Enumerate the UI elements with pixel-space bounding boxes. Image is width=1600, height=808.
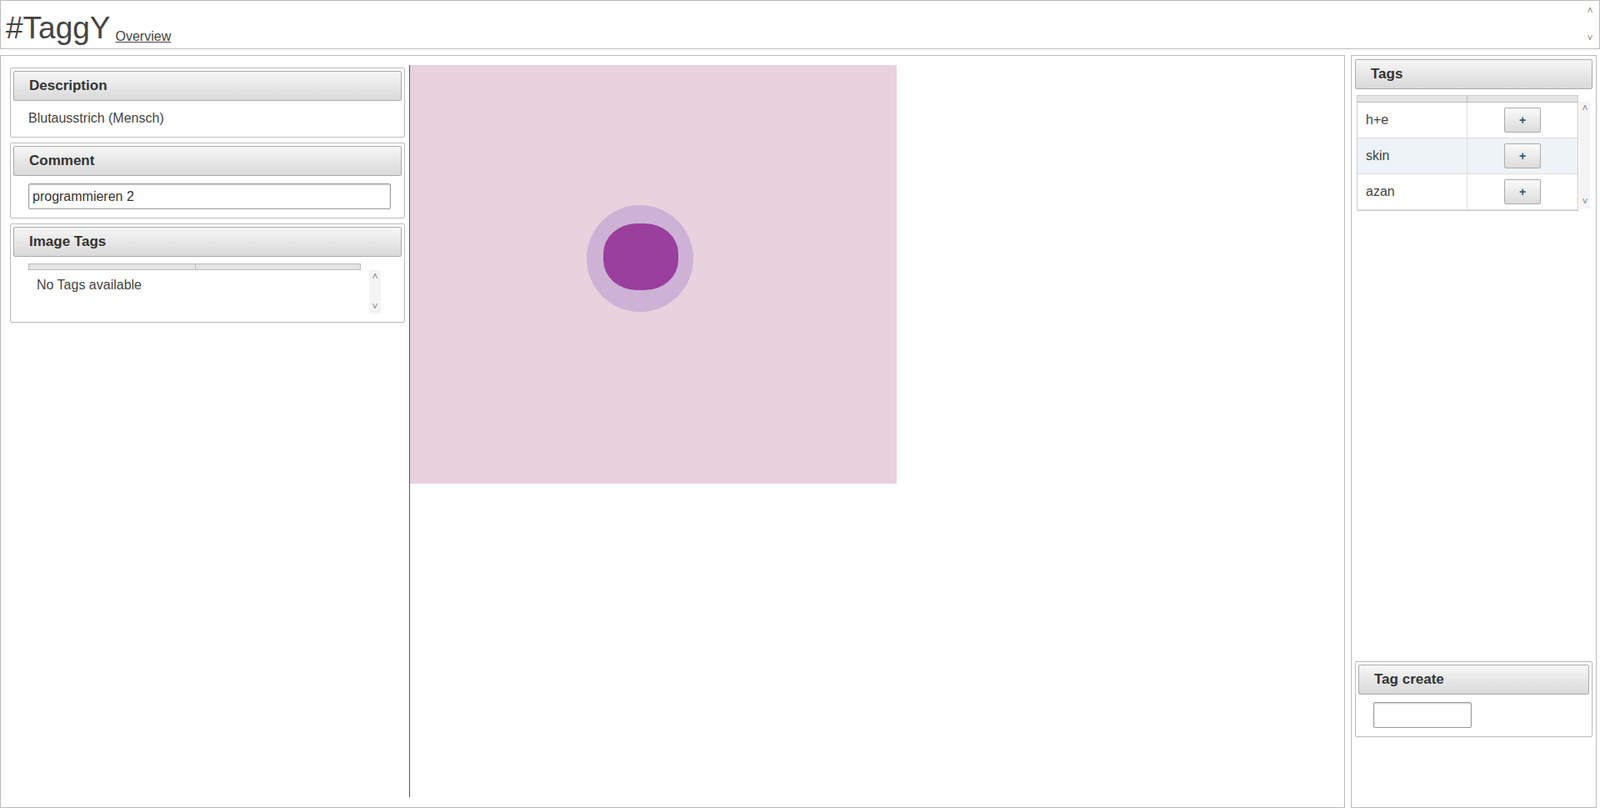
image-tags-box: Image TagsNo Tags available˄˅ [10,223,405,323]
table-header [28,263,361,270]
scroll-down-icon[interactable]: ˅ [1586,33,1593,44]
tags-table: h+e + skin + azan + [1356,95,1579,211]
tag-create-header-title: Tag create [1374,668,1445,690]
tags-header: Tags [1355,59,1593,90]
main: Description Blutausstrich (Mensch) Comment… [0,49,1600,808]
tag-name: skin [1357,138,1468,174]
blood-smear-image [410,65,897,484]
description-text: Blutausstrich (Mensch) [13,100,402,129]
image-area [409,65,1345,797]
logo[interactable]: #TaggY [5,12,111,44]
empty-text: No Tags available [28,270,361,295]
tag-row[interactable]: h+e + [1357,102,1578,139]
header: #TaggYOverview˄˅ [0,0,1600,50]
scroll-down-icon[interactable]: ˅ [1581,196,1588,207]
tag-name: azan [1357,174,1468,210]
tag-create-header: Tag create [1358,664,1590,695]
description-box: Description Blutausstrich (Mensch) [10,67,405,138]
add-tag-button[interactable]: + [1504,107,1541,133]
add-tag-button[interactable]: + [1504,179,1541,205]
tag-name: h+e [1357,102,1468,138]
scroll-up-icon[interactable]: ˄ [1581,103,1588,114]
scroll-up-icon[interactable]: ˄ [371,271,378,282]
description-header: Description [13,70,402,101]
tag-create-box: Tag create [1355,660,1593,737]
scroll-down-icon[interactable]: ˅ [371,301,378,312]
overview-link[interactable]: Overview [115,30,172,44]
image-tags-table: No Tags available˄˅ [28,263,381,314]
info-column: Description Blutausstrich (Mensch) Comment… [10,67,405,807]
add-tag-button[interactable]: + [1504,143,1541,169]
comment-input[interactable] [28,183,391,210]
tag-row[interactable]: skin + [1357,138,1578,175]
tags-header-title: Tags [1370,63,1403,85]
comment-header: Comment [13,145,402,176]
image-tags-header-title: Image Tags [29,230,106,253]
image-tags-list: No Tags available [28,263,361,314]
comment-box: Comment [10,142,405,219]
table-header [1357,95,1578,103]
content-panel: Description Blutausstrich (Mensch) Comment… [0,55,1345,808]
scrollbar[interactable]: ˄˅ [1580,101,1590,209]
scrollbar[interactable]: ˄˅ [369,270,381,314]
comment-header-title: Comment [29,150,95,172]
scroll-up-icon[interactable]: ˄ [1586,5,1593,16]
tags-panel: Tagsh+e+skin+azan+˄˅Tag create [1350,55,1597,808]
tag-create-input[interactable] [1373,701,1472,728]
tag-row[interactable]: azan + [1357,174,1578,210]
image-tags-header: Image Tags [13,226,402,257]
description-header-title: Description [29,75,108,97]
scrollbar[interactable]: ˄˅ [1584,4,1596,45]
tags-table-wrap: h+e+skin+azan+˄˅ [1356,95,1593,211]
